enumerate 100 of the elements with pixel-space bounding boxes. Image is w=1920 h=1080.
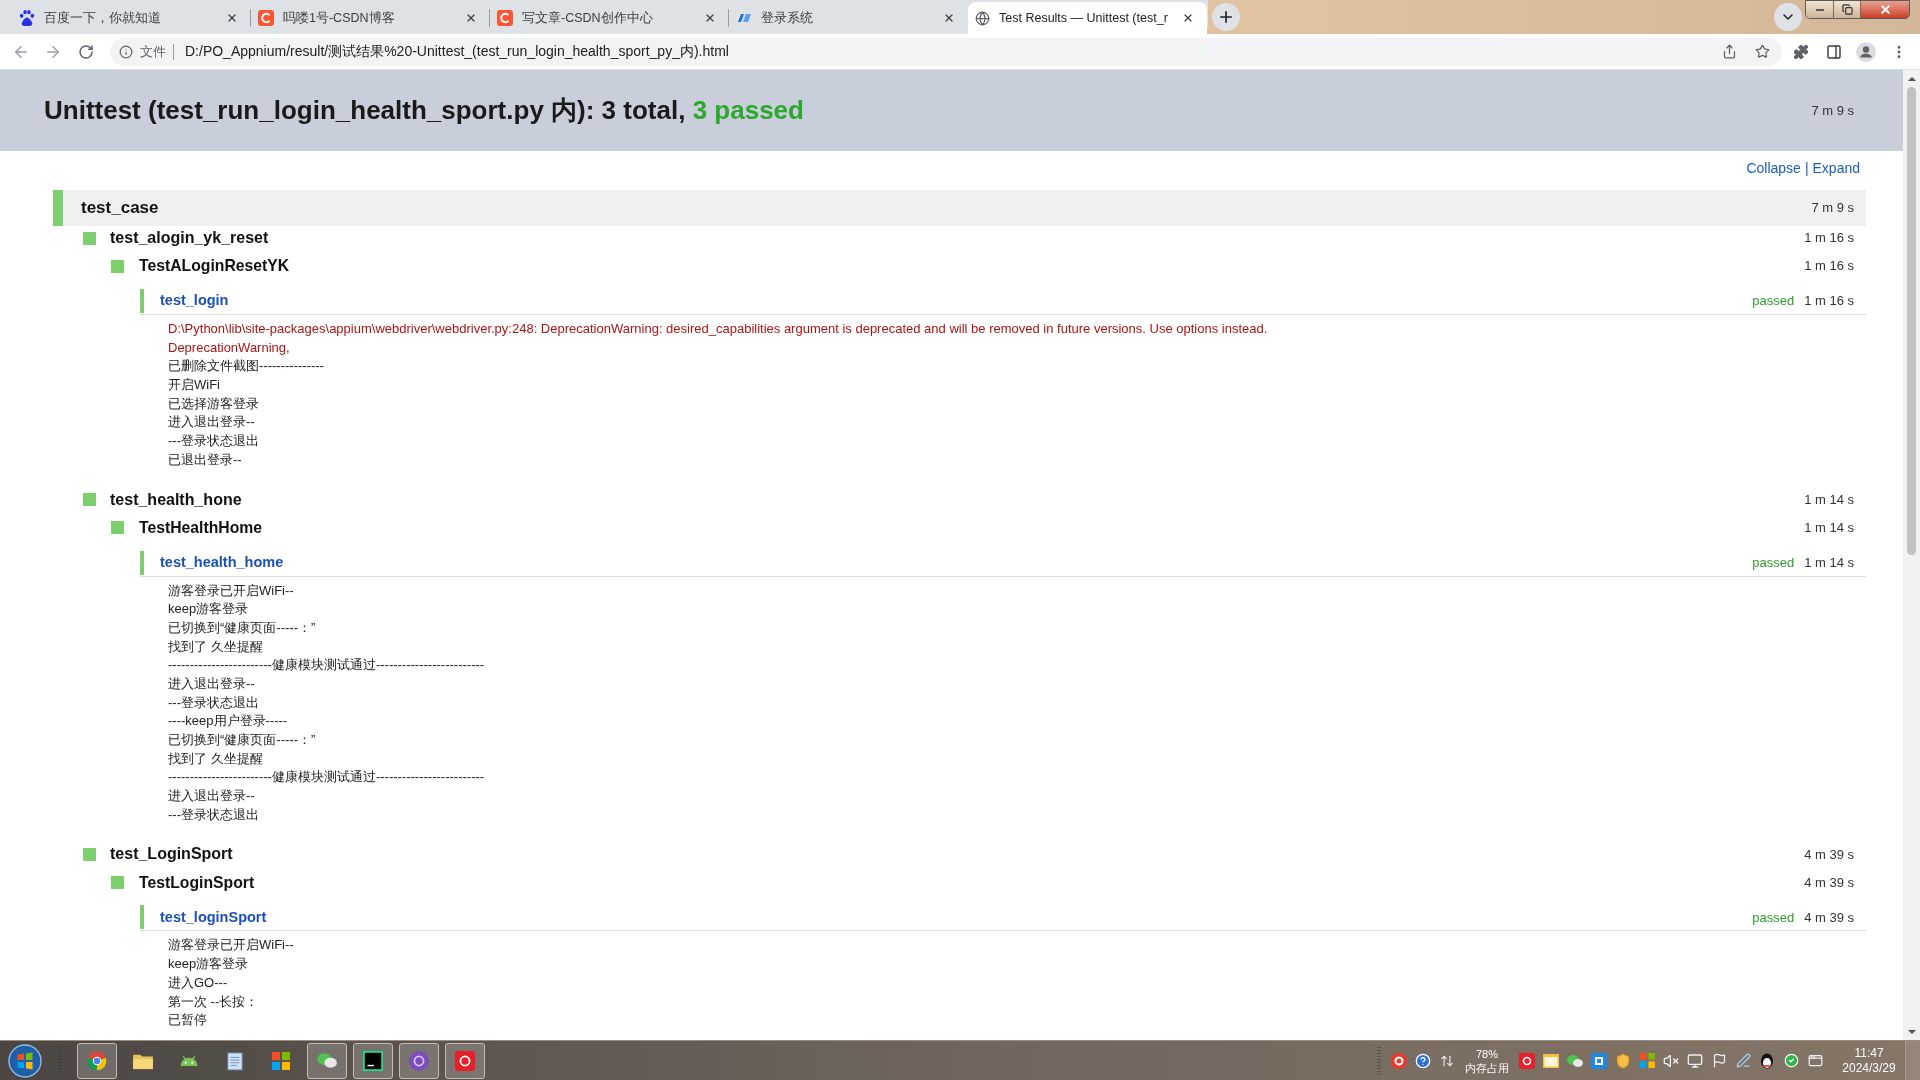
close-icon — [465, 12, 477, 24]
test-status-text: passed — [1752, 553, 1795, 572]
share-icon — [1721, 44, 1737, 59]
memory-label: 内存占用 — [1465, 1060, 1509, 1075]
duration-text: 1 m 14 s — [1804, 553, 1854, 572]
log-line: ------------------------健康模块测试通过------------------------- — [168, 656, 485, 675]
test-name-link[interactable]: test_health_home — [160, 551, 284, 574]
flag-icon[interactable] — [1711, 1053, 1727, 1068]
test-status-text: passed — [1752, 908, 1795, 927]
window-close-button[interactable] — [1861, 1, 1909, 18]
new-tab-button[interactable] — [1212, 3, 1240, 31]
duration-text: 1 m 16 s — [1804, 292, 1854, 311]
robot-icon — [179, 1054, 199, 1067]
link-separator: | — [1804, 158, 1809, 178]
check-circle-icon[interactable] — [1783, 1053, 1799, 1068]
browser-tab[interactable]: 写文章-CSDN创作中心 — [490, 2, 729, 34]
taskbar-app-button[interactable] — [77, 1042, 117, 1079]
disc-icon — [409, 1050, 429, 1071]
mute-icon[interactable] — [1663, 1052, 1679, 1069]
module-name: test_health_hone — [110, 489, 243, 510]
close-icon — [1878, 3, 1892, 16]
log-line: 找到了 久坐提醒 — [168, 637, 263, 656]
log-line: ---登录状态退出 — [168, 693, 259, 712]
log-line: 已选择游客登录 — [168, 394, 259, 413]
browser-tab[interactable]: 登录系统 — [729, 2, 968, 34]
report-title: Unittest (test_run_login_health_sport.py 内): 3 total, 3 passed — [44, 94, 804, 127]
test-status-text: passed — [1752, 292, 1795, 311]
test-name-link[interactable]: test_login — [160, 290, 229, 312]
notepad-icon — [227, 1050, 243, 1071]
log-line: 开启WiFi — [168, 376, 220, 395]
duration-text: 4 m 39 s — [1804, 873, 1854, 892]
info-icon — [119, 44, 133, 59]
close-icon — [1182, 12, 1194, 24]
pen-icon[interactable] — [1735, 1053, 1751, 1068]
penguin-icon[interactable] — [1760, 1052, 1774, 1069]
log-line: ---登录状态退出 — [168, 805, 259, 824]
square-app-icon[interactable] — [1591, 1052, 1607, 1069]
class-name: TestALoginResetYK — [139, 256, 291, 277]
duration-text: 7 m 9 s — [1811, 199, 1854, 218]
app-tile-icon — [455, 1050, 475, 1071]
duration-text: 4 m 39 s — [1804, 845, 1854, 864]
log-line: 已切换到“健康页面-----：” — [168, 731, 316, 749]
network-icon[interactable] — [1687, 1052, 1703, 1069]
chat-icon[interactable] — [1567, 1053, 1583, 1068]
log-line: 已暂停 — [168, 1011, 207, 1030]
clock-time[interactable]: 11:47 — [1854, 1045, 1884, 1061]
arc-logo-icon — [497, 10, 513, 26]
minimize-button[interactable] — [1806, 1, 1834, 18]
log-line: 进入退出登录-- — [168, 674, 255, 693]
chat-icon — [316, 1051, 338, 1070]
expand-link[interactable]: Expand — [1812, 157, 1860, 179]
close-icon — [704, 12, 716, 24]
clock-date[interactable]: 2024/3/29 — [1842, 1060, 1896, 1076]
log-line: D:\Python\lib\site-packages\appium\webdriver\webdriver.py:248: DeprecationWarning: desired_capabilities argument is deprecated and will be removed in future versions. Use options instead. — [168, 320, 1268, 338]
close-icon — [943, 12, 955, 24]
log-line: 已退出登录-- — [168, 450, 242, 469]
log-line: keep游客登录 — [168, 955, 249, 974]
address-field[interactable]: 文件 D:/PO_Appnium/result/测试结果%20-Unittest_(test_run_login_health_sport_py_内).html — [110, 37, 1782, 66]
duration-text: 7 m 9 s — [1811, 101, 1854, 120]
shield-icon[interactable] — [1615, 1052, 1631, 1069]
log-line: ------------------------健康模块测试通过------------------------- — [168, 768, 485, 787]
window-icon[interactable] — [1543, 1053, 1559, 1068]
browser-icon — [86, 1049, 108, 1072]
triangle-up-icon — [1907, 76, 1916, 81]
browser-tab[interactable]: 百度一下，你就知道 — [12, 2, 251, 34]
log-line: DeprecationWarning, — [168, 338, 290, 357]
duration-text: 1 m 16 s — [1804, 229, 1854, 248]
log-line: 找到了 久坐提醒 — [168, 749, 263, 768]
log-line: ---登录状态退出 — [168, 432, 259, 451]
window-icon[interactable] — [1807, 1053, 1823, 1068]
tab-search-button[interactable] — [1774, 3, 1802, 31]
star-icon — [1754, 44, 1770, 59]
triangle-down-icon — [1907, 1029, 1916, 1034]
collapse-link[interactable]: Collapse — [1746, 157, 1801, 179]
app-tile-icon[interactable] — [1519, 1052, 1535, 1069]
tiles-icon[interactable] — [1639, 1053, 1655, 1068]
browser-tab[interactable]: 吗喽1号-CSDN博客 — [251, 2, 490, 34]
reload-icon — [78, 43, 94, 60]
status-bar-icon — [140, 289, 144, 313]
test-name-link[interactable]: test_loginSport — [160, 906, 267, 929]
person-icon — [1856, 41, 1876, 62]
logo-icon — [736, 13, 752, 23]
transfer-icon[interactable] — [1440, 1053, 1454, 1068]
help-icon[interactable] — [1415, 1052, 1431, 1069]
dark-tile-icon — [363, 1050, 383, 1071]
scrollbar-thumb[interactable] — [1907, 87, 1916, 555]
status-bar-icon — [140, 905, 144, 930]
log-line: 第一次 --长按： — [168, 992, 259, 1011]
class-name: TestLoginSport — [139, 872, 256, 893]
log-line: 游客登录已开启WiFi-- — [168, 581, 294, 600]
taskbar-app-button[interactable] — [445, 1042, 485, 1079]
browser-tab[interactable]: Test Results — Unittest (test_r — [968, 2, 1207, 34]
taskbar-app-button[interactable] — [353, 1042, 393, 1079]
restore-button[interactable] — [1834, 1, 1861, 18]
suite-header-row[interactable]: test_case 7 m 9 s — [53, 190, 1866, 226]
grip-icon[interactable] — [1377, 1045, 1381, 1076]
disc-icon[interactable] — [1391, 1052, 1407, 1069]
site-info-button[interactable]: 文件 — [117, 40, 170, 63]
taskbar-app-button[interactable] — [307, 1042, 347, 1079]
restore-icon — [1841, 4, 1853, 15]
